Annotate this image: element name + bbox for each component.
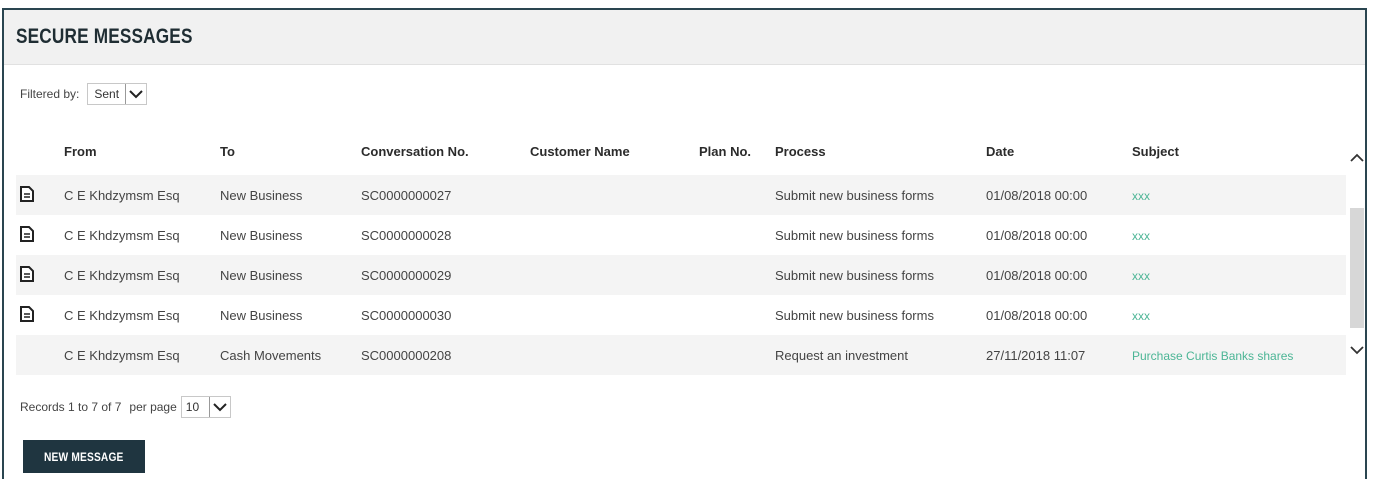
cell-conversation: SC0000000029 — [361, 267, 452, 283]
per-page-select[interactable]: 10 — [180, 396, 232, 418]
column-header-date[interactable]: Date — [986, 144, 1132, 159]
table-row[interactable]: C E Khdzymsm Esq New Business SC00000000… — [16, 295, 1346, 335]
chevron-down-icon[interactable] — [209, 397, 230, 417]
row-icon-cell — [16, 185, 64, 205]
column-header-from[interactable]: From — [64, 144, 220, 159]
subject-link[interactable]: xxx — [1132, 189, 1150, 203]
cell-date: 01/08/2018 00:00 — [986, 227, 1088, 243]
cell-from: C E Khdzymsm Esq — [64, 307, 180, 323]
cell-conversation: SC0000000028 — [361, 227, 452, 243]
chevron-down-icon[interactable] — [1349, 342, 1365, 360]
cell-subject: Purchase Curtis Banks shares — [1132, 348, 1346, 363]
cell-from: C E Khdzymsm Esq — [64, 227, 180, 243]
subject-link[interactable]: xxx — [1132, 309, 1150, 323]
subject-link[interactable]: xxx — [1132, 229, 1150, 243]
row-icon-cell — [16, 265, 64, 285]
secure-messages-panel: SECURE MESSAGES Filtered by: Sent From T… — [2, 8, 1367, 479]
cell-date: 27/11/2018 11:07 — [986, 347, 1086, 363]
cell-from: C E Khdzymsm Esq — [64, 187, 180, 203]
filter-select[interactable]: Sent — [87, 83, 148, 105]
cell-process: Submit new business forms — [775, 267, 934, 283]
column-header-process[interactable]: Process — [775, 144, 986, 159]
column-header-subject[interactable]: Subject — [1132, 144, 1346, 159]
new-message-label: NEW MESSAGE — [44, 449, 124, 464]
cell-to: Cash Movements — [220, 347, 322, 363]
cell-to: New Business — [220, 187, 303, 203]
cell-conversation: SC0000000208 — [361, 347, 452, 363]
document-icon[interactable] — [20, 305, 34, 325]
cell-to: New Business — [220, 227, 303, 243]
table-row[interactable]: C E Khdzymsm Esq Cash Movements SC000000… — [16, 335, 1346, 375]
document-icon[interactable] — [20, 265, 34, 285]
per-page-value: 10 — [185, 400, 200, 414]
table-scrollbar[interactable] — [1346, 128, 1368, 368]
filter-select-value: Sent — [94, 87, 120, 101]
cell-to: New Business — [220, 307, 303, 323]
cell-process: Submit new business forms — [775, 187, 934, 203]
cell-from: C E Khdzymsm Esq — [64, 267, 180, 283]
column-header-plan[interactable]: Plan No. — [699, 144, 775, 159]
cell-to: New Business — [220, 267, 303, 283]
cell-date: 01/08/2018 00:00 — [986, 307, 1088, 323]
panel-header: SECURE MESSAGES — [4, 10, 1365, 65]
table-row[interactable]: C E Khdzymsm Esq New Business SC00000000… — [16, 175, 1346, 215]
cell-from: C E Khdzymsm Esq — [64, 347, 180, 363]
filter-bar: Filtered by: Sent — [20, 83, 148, 105]
records-count: Records 1 to 7 of 7 — [20, 400, 122, 414]
filter-label: Filtered by: — [20, 87, 80, 101]
cell-date: 01/08/2018 00:00 — [986, 267, 1088, 283]
column-header-customer[interactable]: Customer Name — [530, 144, 699, 159]
cell-subject: xxx — [1132, 268, 1346, 283]
cell-subject: xxx — [1132, 188, 1346, 203]
column-header-to[interactable]: To — [220, 144, 361, 159]
chevron-up-icon[interactable] — [1349, 150, 1365, 168]
cell-process: Request an investment — [775, 347, 908, 363]
table-header: From To Conversation No. Customer Name P… — [16, 128, 1346, 175]
subject-link[interactable]: Purchase Curtis Banks shares — [1132, 349, 1293, 363]
messages-table: From To Conversation No. Customer Name P… — [16, 128, 1346, 375]
cell-conversation: SC0000000030 — [361, 307, 452, 323]
table-row[interactable]: C E Khdzymsm Esq New Business SC00000000… — [16, 255, 1346, 295]
document-icon[interactable] — [20, 185, 34, 205]
cell-process: Submit new business forms — [775, 227, 934, 243]
page-title: SECURE MESSAGES — [16, 25, 193, 48]
scrollbar-thumb[interactable] — [1350, 208, 1364, 328]
row-icon-cell — [16, 225, 64, 245]
row-icon-cell — [16, 305, 64, 325]
table-row[interactable]: C E Khdzymsm Esq New Business SC00000000… — [16, 215, 1346, 255]
cell-subject: xxx — [1132, 308, 1346, 323]
subject-link[interactable]: xxx — [1132, 269, 1150, 283]
pagination-bar: Records 1 to 7 of 7 per page 10 — [20, 396, 232, 418]
cell-process: Submit new business forms — [775, 307, 934, 323]
chevron-down-icon[interactable] — [125, 84, 146, 104]
column-header-conversation[interactable]: Conversation No. — [361, 144, 530, 159]
new-message-button[interactable]: NEW MESSAGE — [23, 440, 145, 473]
cell-conversation: SC0000000027 — [361, 187, 452, 203]
per-page-label: per page — [129, 400, 177, 414]
cell-subject: xxx — [1132, 228, 1346, 243]
cell-date: 01/08/2018 00:00 — [986, 187, 1088, 203]
document-icon[interactable] — [20, 225, 34, 245]
